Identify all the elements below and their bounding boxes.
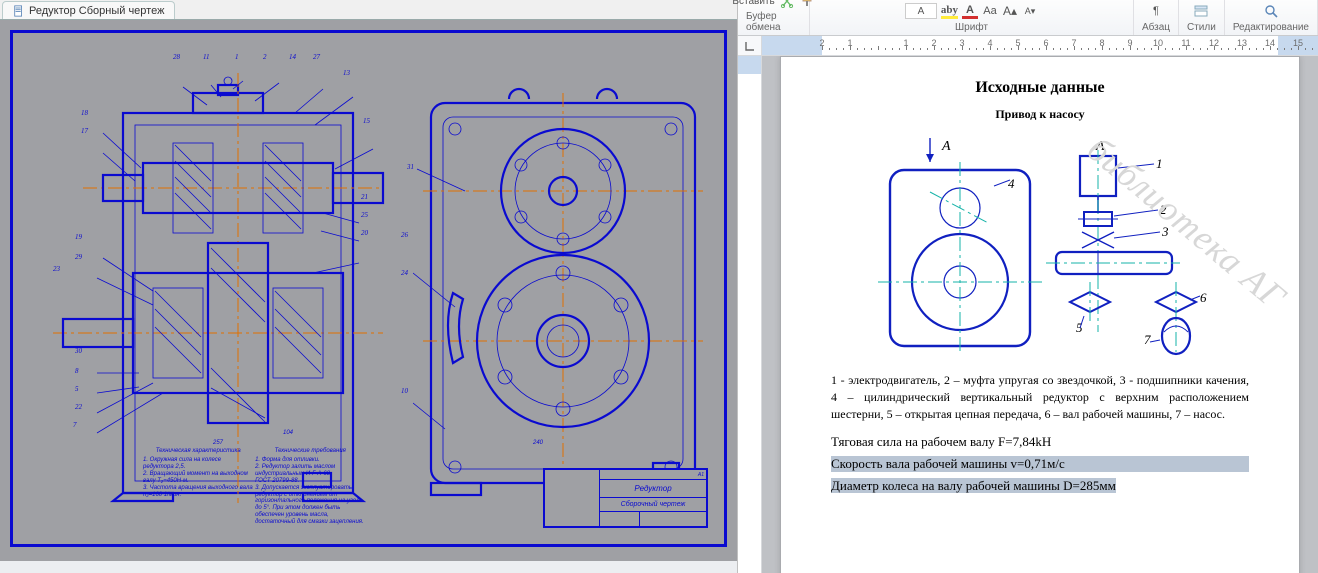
label-A1: А [941, 139, 951, 154]
scheme-legend: 1 - электродвигатель, 2 – муфта упругая … [831, 372, 1249, 422]
ribbon: Вставить Буфер обмена A aby A Aa A▴ A▾ Ш… [738, 0, 1318, 36]
label-6: 6 [1200, 290, 1207, 305]
notes-title-left: Техническая характеристика [143, 448, 253, 455]
label-1: 1 [1156, 156, 1163, 171]
find-icon[interactable] [1263, 3, 1279, 19]
styles-icon[interactable] [1193, 3, 1209, 19]
drawing-notes: Техническая характеристика 1. Окружная с… [143, 448, 373, 526]
label-4: 4 [1008, 176, 1015, 191]
section-view [43, 73, 393, 503]
callout: 5 [75, 385, 79, 393]
callout: 1 [235, 53, 239, 61]
ribbon-label-font: Шрифт [955, 22, 988, 33]
ribbon-group-edit: Редактирование [1225, 0, 1318, 35]
ribbon-group-clipboard: Вставить Буфер обмена [738, 0, 810, 35]
callout: 30 [75, 347, 82, 355]
callout: 24 [401, 269, 408, 277]
callout: 17 [81, 127, 88, 135]
horizontal-ruler[interactable]: 211234567891011121314151617 [762, 36, 1318, 55]
ribbon-group-paragraph: ¶ Абзац [1134, 0, 1179, 35]
callout: 22 [75, 403, 82, 411]
cad-tab-active[interactable]: Редуктор Сборный чертеж [2, 1, 175, 19]
label-7: 7 [1144, 332, 1151, 347]
paragraph-icon[interactable]: ¶ [1148, 3, 1164, 19]
doc-subtitle: Привод к насосу [831, 107, 1249, 122]
ribbon-label-edit: Редактирование [1233, 22, 1309, 33]
cad-hscrollbar[interactable] [0, 561, 737, 573]
label-A2: А [1095, 139, 1105, 154]
ribbon-label-para: Абзац [1142, 22, 1170, 33]
title-block: А1 Редуктор Сборочный чертеж [543, 468, 708, 528]
callout: 31 [407, 163, 414, 171]
callout: 28 [173, 53, 180, 61]
callout: 25 [361, 211, 368, 219]
callout: 11 [203, 53, 209, 61]
title-sub: Сборочный чертеж [600, 498, 707, 512]
dimension: 257 [213, 440, 223, 446]
callout: 19 [75, 233, 82, 241]
cad-drawing-area[interactable]: 18 17 19 29 23 30 8 5 22 7 28 11 1 2 14 … [0, 20, 737, 561]
cut-icon[interactable] [779, 0, 795, 9]
word-panel: Вставить Буфер обмена A aby A Aa A▴ A▾ Ш… [738, 0, 1318, 573]
data-line-speed: Скорость вала рабочей машины v=0,71м/с [831, 456, 1249, 472]
ribbon-group-font: A aby A Aa A▴ A▾ Шрифт [810, 0, 1134, 35]
ruler-corner[interactable] [738, 36, 762, 55]
shrink-font-icon[interactable]: A▾ [1022, 3, 1038, 19]
dimension: 240 [533, 440, 543, 446]
highlight-icon[interactable]: aby [941, 3, 958, 19]
callout: 23 [53, 265, 60, 273]
callout: 29 [75, 253, 82, 261]
ruler-row: 211234567891011121314151617 [738, 36, 1318, 56]
cad-panel: Редуктор Сборный чертеж [0, 0, 738, 573]
callout: 26 [401, 231, 408, 239]
notes-title-right: Технические требования [255, 448, 365, 455]
callout: 21 [361, 193, 368, 201]
cad-tab-label: Редуктор Сборный чертеж [29, 5, 164, 17]
dimension: 104 [283, 430, 293, 436]
callout: 20 [361, 229, 368, 237]
paste-button[interactable]: Вставить [732, 0, 774, 9]
ribbon-label-styles: Стили [1187, 22, 1216, 33]
ribbon-label-clipboard: Буфер обмена [746, 11, 801, 33]
document-area[interactable]: библиотека АГ Исходные данные Привод к н… [762, 56, 1318, 573]
tab-stop-icon [744, 40, 756, 52]
font-color-icon[interactable]: A [962, 3, 978, 19]
callout: 2 [263, 53, 267, 61]
callout: 14 [289, 53, 296, 61]
data-line-diameter: Диаметр колеса на валу рабочей машины D=… [831, 478, 1249, 494]
callout: 8 [75, 367, 79, 375]
vertical-ruler[interactable] [738, 56, 762, 573]
title-main: Редуктор [600, 480, 707, 498]
drive-scheme: А А 4 [860, 132, 1220, 362]
grow-font-icon[interactable]: A▴ [1002, 3, 1018, 19]
callout: 10 [401, 387, 408, 395]
ribbon-group-styles: Стили [1179, 0, 1225, 35]
doc-title: Исходные данные [831, 79, 1249, 97]
cad-tabbar: Редуктор Сборный чертеж [0, 0, 737, 20]
page: библиотека АГ Исходные данные Привод к н… [780, 56, 1300, 573]
change-case-icon[interactable]: Aa [982, 3, 998, 19]
callout: 15 [363, 117, 370, 125]
font-box[interactable]: A [905, 3, 937, 19]
callout: 13 [343, 69, 350, 77]
data-line-force: Тяговая сила на рабочем валу F=7,84kH [831, 434, 1249, 450]
callout: 7 [73, 421, 77, 429]
notes-right: 1. Форма для отливки. 2. Редуктор залить… [255, 457, 365, 526]
document-icon [13, 5, 25, 17]
drawing-frame: 18 17 19 29 23 30 8 5 22 7 28 11 1 2 14 … [10, 30, 727, 547]
notes-left: 1. Окружная сила на колесе редуктора 2,5… [143, 457, 253, 498]
callout: 27 [313, 53, 320, 61]
label-3: 3 [1161, 224, 1169, 239]
plan-view [413, 73, 713, 503]
callout: 18 [81, 109, 88, 117]
label-2: 2 [1160, 202, 1167, 217]
